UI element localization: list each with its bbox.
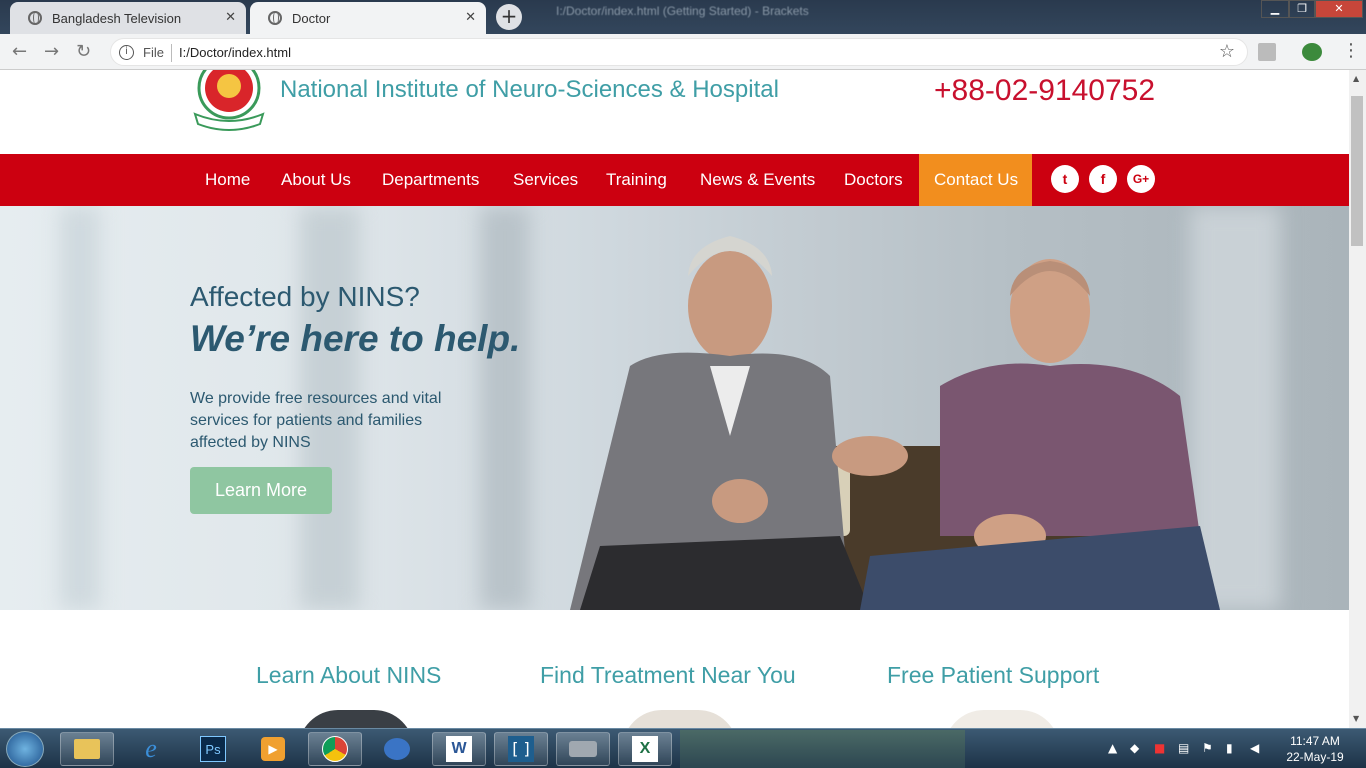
nav-about-us[interactable]: About Us — [266, 154, 366, 206]
internet-explorer-icon[interactable]: e — [124, 732, 178, 766]
nav-training[interactable]: Training — [591, 154, 682, 206]
url-text[interactable]: I:/Doctor/index.html — [179, 45, 291, 60]
clock-date: 22-May-19 — [1286, 750, 1344, 764]
site-header: National Institute of Neuro-Sciences & H… — [0, 70, 1349, 154]
info-icon[interactable]: i — [119, 45, 134, 60]
feature-find-treatment[interactable]: Find Treatment Near You — [540, 662, 796, 689]
forward-icon[interactable]: → — [44, 41, 59, 62]
windows-taskbar: e Ps ▶ W [ ] X ▲ ◆ ■ ▤ ⚑ ▮ ◀ 11:47 AM 22… — [0, 728, 1366, 768]
tab-title: Doctor — [292, 10, 331, 26]
brackets-icon[interactable]: [ ] — [494, 732, 548, 766]
url-field[interactable]: i File I:/Doctor/index.html ☆ — [110, 38, 1248, 66]
close-icon[interactable]: ✕ — [225, 10, 236, 25]
taskbar-preview-area — [680, 730, 965, 768]
flag-icon[interactable]: ⚑ — [1202, 741, 1213, 755]
hero-banner: Affected by NINS? We’re here to help. We… — [0, 206, 1349, 610]
background-blur — [60, 206, 100, 610]
chrome-icon[interactable] — [308, 732, 362, 766]
tab-bangladesh-television[interactable]: Bangladesh Television ✕ — [10, 2, 246, 34]
feature-image — [944, 710, 1060, 728]
explorer-icon[interactable] — [60, 732, 114, 766]
scrollbar-thumb[interactable] — [1351, 96, 1363, 246]
background-blur — [480, 206, 530, 610]
menu-icon[interactable]: ⋮ — [1342, 40, 1360, 61]
outlook-icon[interactable] — [370, 732, 424, 766]
disk-icon[interactable] — [556, 732, 610, 766]
excel-icon[interactable]: X — [618, 732, 672, 766]
hero-description: We provide free resources and vital serv… — [190, 390, 442, 451]
feature-learn-about[interactable]: Learn About NINS — [256, 662, 441, 689]
phone-number[interactable]: +88-02-9140752 — [934, 74, 1155, 108]
learn-more-button[interactable]: Learn More — [190, 467, 332, 514]
hero-photo-two-men — [570, 236, 1220, 610]
photoshop-icon[interactable]: Ps — [186, 732, 240, 766]
hero-heading: Affected by NINS? — [190, 281, 420, 312]
window-title: I:/Doctor/index.html (Getting Started) -… — [556, 4, 809, 18]
window-close-button[interactable]: ✕ — [1315, 0, 1363, 18]
twitter-icon[interactable]: t — [1051, 165, 1079, 193]
pdf-extension-icon[interactable] — [1258, 43, 1276, 61]
tab-title: Bangladesh Television — [52, 10, 182, 26]
scroll-down-icon[interactable]: ▼ — [1353, 714, 1359, 723]
media-player-icon[interactable]: ▶ — [246, 732, 300, 766]
nav-departments[interactable]: Departments — [367, 154, 494, 206]
word-icon[interactable]: W — [432, 732, 486, 766]
browser-tab-strip: Bangladesh Television ✕ Doctor ✕ + I:/Do… — [0, 0, 1366, 34]
reload-icon[interactable]: ↻ — [76, 41, 91, 62]
close-icon[interactable]: ✕ — [465, 10, 476, 25]
nav-doctors[interactable]: Doctors — [829, 154, 918, 206]
maximize-button[interactable]: ❐ — [1289, 0, 1315, 18]
nav-contact-us[interactable]: Contact Us — [919, 154, 1032, 206]
web-page: National Institute of Neuro-Sciences & H… — [0, 70, 1349, 728]
feature-patient-support[interactable]: Free Patient Support — [887, 662, 1099, 689]
clock-time: 11:47 AM — [1290, 734, 1340, 748]
bookmark-star-icon[interactable]: ☆ — [1219, 41, 1235, 62]
google-plus-icon[interactable]: G+ — [1127, 165, 1155, 193]
nav-home[interactable]: Home — [190, 154, 265, 206]
tab-doctor[interactable]: Doctor ✕ — [250, 2, 486, 34]
site-title: National Institute of Neuro-Sciences & H… — [280, 76, 779, 103]
show-hidden-icons[interactable]: ▲ — [1108, 741, 1117, 755]
features-section: Learn About NINS Find Treatment Near You… — [0, 610, 1349, 728]
feature-image — [622, 710, 738, 728]
volume-icon[interactable]: ◀ — [1250, 741, 1259, 755]
facebook-icon[interactable]: f — [1089, 165, 1117, 193]
system-clock[interactable]: 11:47 AM 22-May-19 — [1280, 733, 1350, 765]
hero-subheading: We’re here to help. — [190, 318, 521, 359]
scroll-up-icon[interactable]: ▲ — [1353, 74, 1359, 83]
battery-icon[interactable]: ▮ — [1226, 741, 1233, 755]
minimize-button[interactable]: ▁ — [1261, 0, 1289, 18]
nav-news-events[interactable]: News & Events — [685, 154, 830, 206]
dropbox-icon[interactable]: ◆ — [1130, 741, 1139, 755]
address-bar: ← → ↻ i File I:/Doctor/index.html ☆ ⋮ — [0, 34, 1366, 70]
divider — [171, 44, 172, 62]
globe-icon — [268, 11, 282, 25]
nav-services[interactable]: Services — [498, 154, 593, 206]
globe-icon — [28, 11, 42, 25]
file-label: File — [143, 45, 164, 60]
acrobat-icon[interactable]: ■ — [1154, 741, 1165, 755]
extension-icon[interactable] — [1302, 43, 1322, 61]
page-scrollbar[interactable]: ▲ ▼ — [1349, 70, 1366, 728]
new-tab-button[interactable]: + — [496, 4, 522, 30]
nins-logo[interactable] — [190, 70, 268, 132]
start-button[interactable] — [6, 731, 44, 767]
main-navigation: Home About Us Departments Services Train… — [0, 154, 1349, 206]
back-icon[interactable]: ← — [12, 41, 27, 62]
feature-image — [298, 710, 414, 728]
network-icon[interactable]: ▤ — [1178, 741, 1189, 755]
